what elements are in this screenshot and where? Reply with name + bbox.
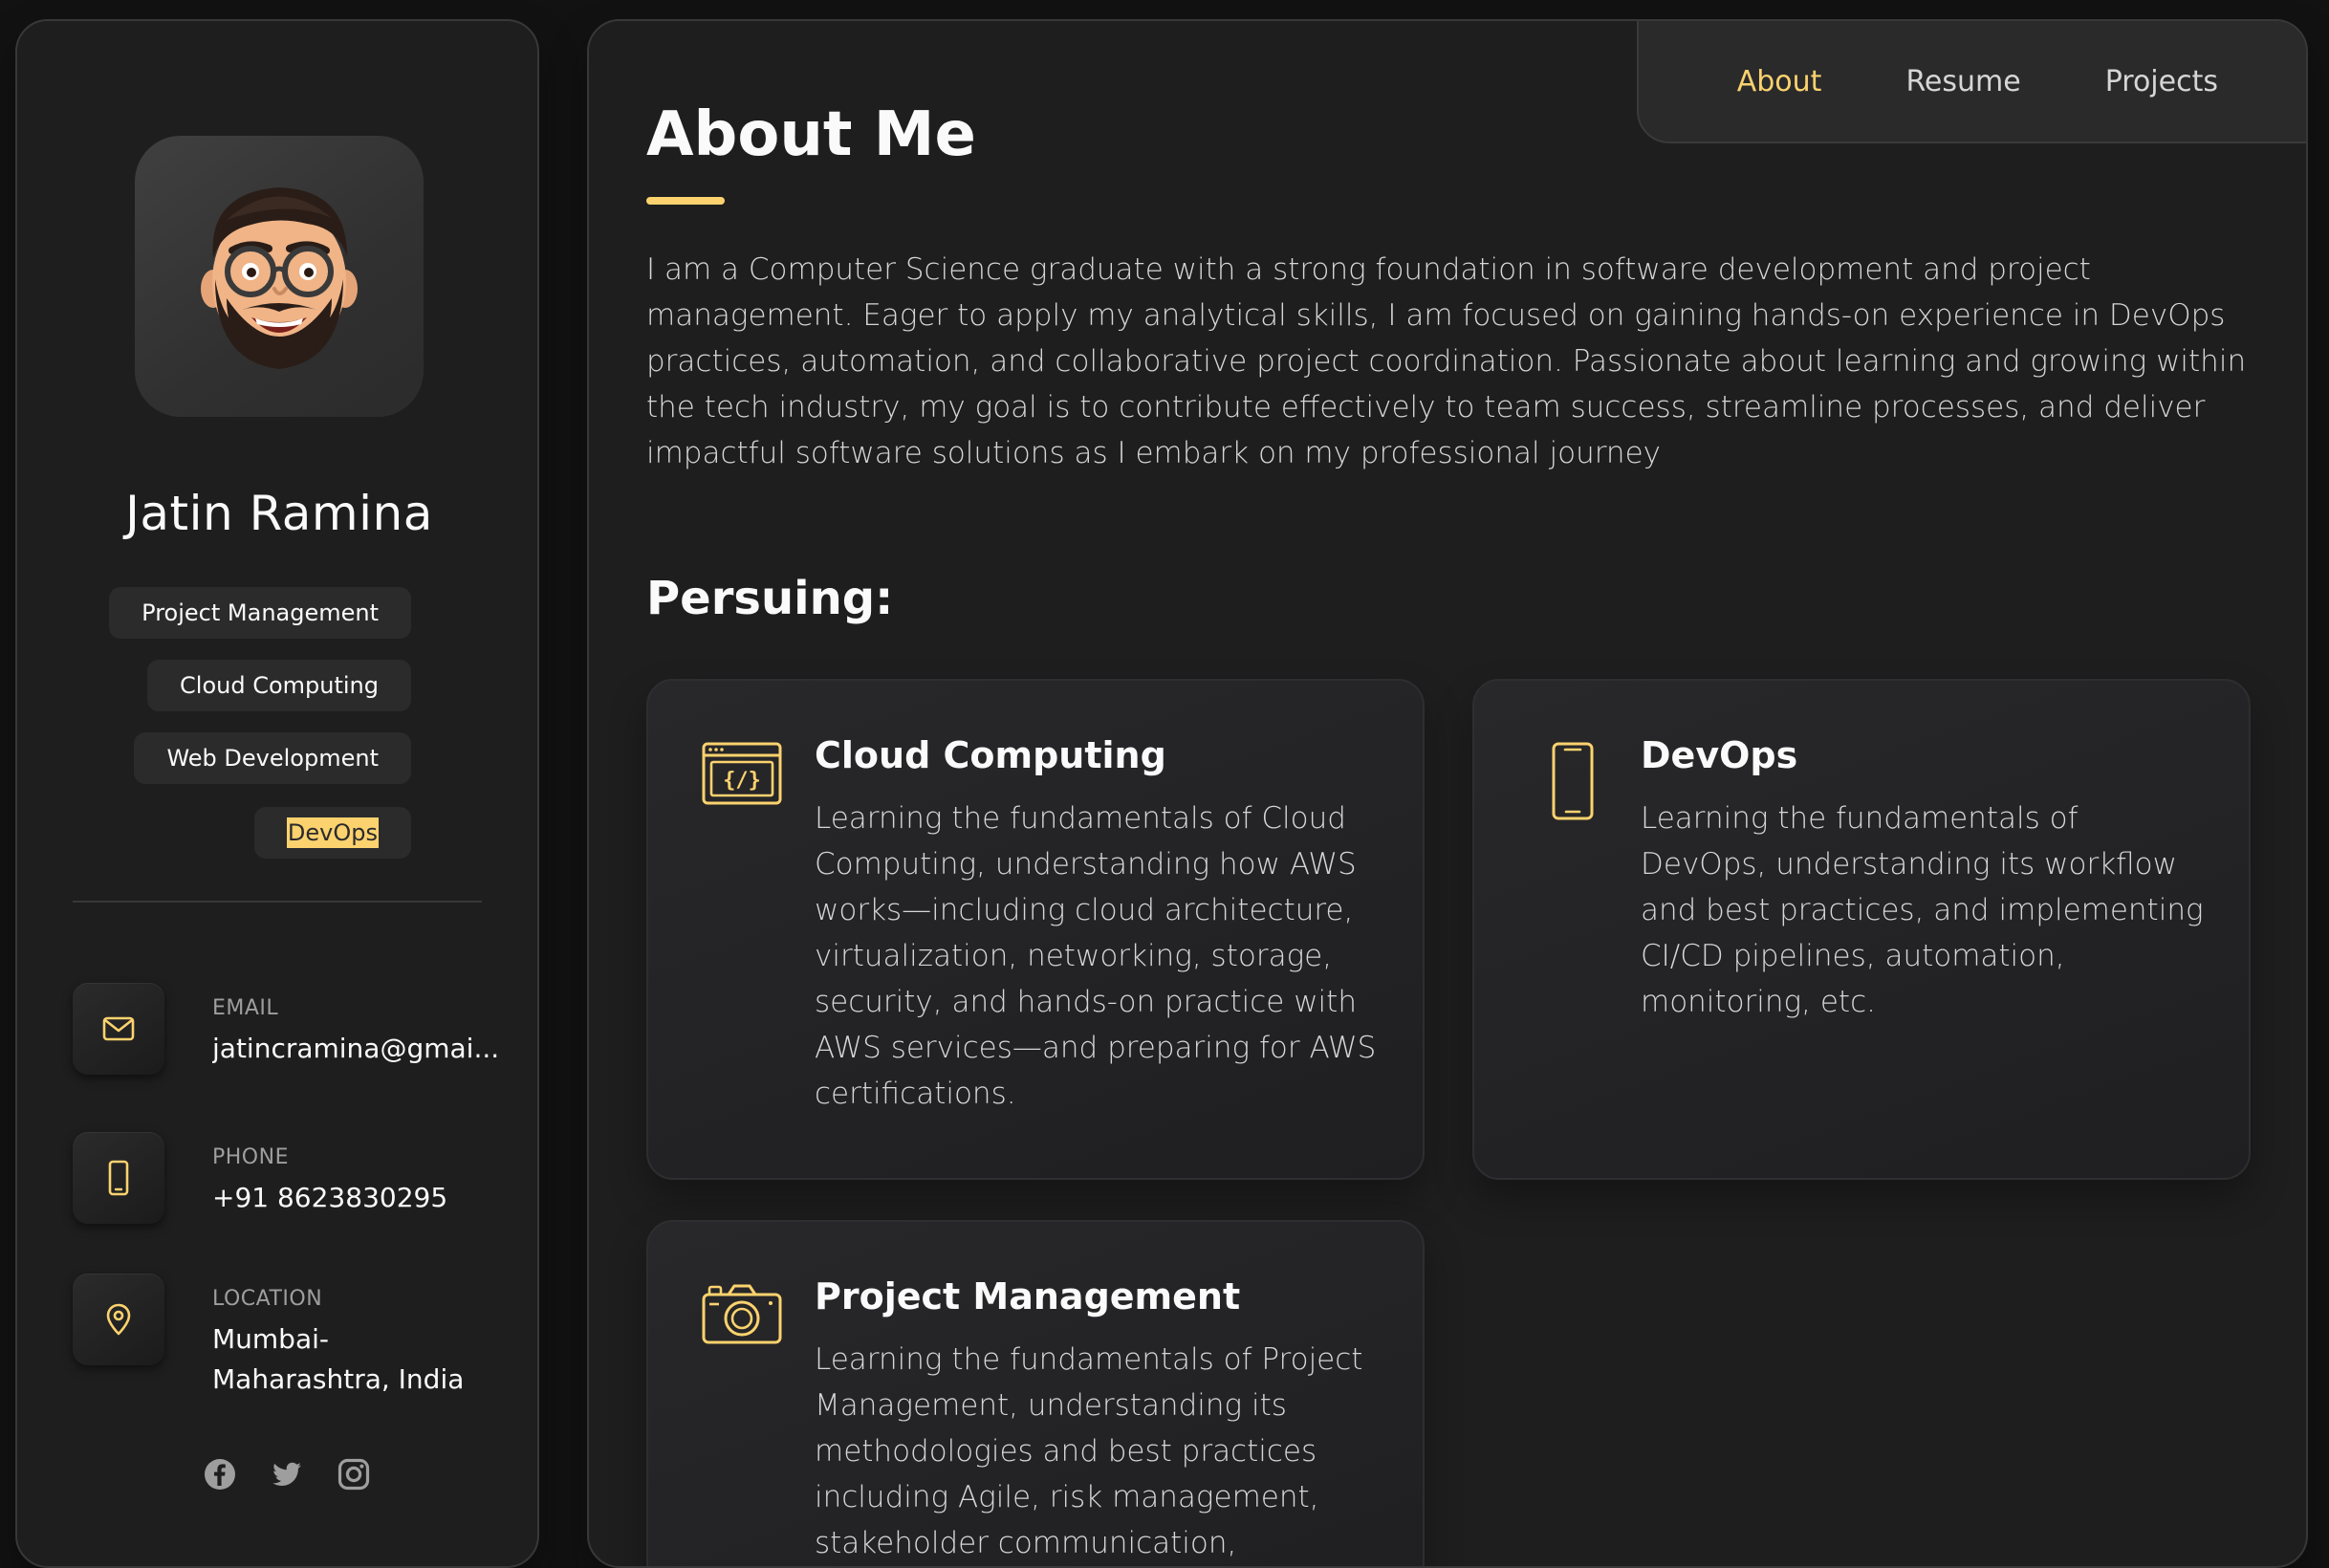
tag-project-management: Project Management (109, 587, 411, 639)
tag-web-development: Web Development (134, 732, 411, 784)
person-name: Jatin Ramina (125, 486, 433, 541)
top-navbar: About Resume Projects (1637, 21, 2306, 143)
code-window-icon: {/} (702, 742, 782, 822)
tag-devops-label: DevOps (286, 817, 379, 848)
sidebar-divider (73, 901, 482, 903)
card-project-management: Project Management Learning the fundamen… (646, 1220, 1425, 1566)
nav-about[interactable]: About (1737, 65, 1822, 98)
card-cloud-computing-text: Learning the fundamentals of Cloud Compu… (815, 801, 1377, 1111)
avatar (135, 136, 424, 417)
camera-icon (702, 1283, 782, 1363)
card-project-management-title: Project Management (815, 1275, 1241, 1318)
mail-icon (73, 983, 164, 1075)
nav-projects[interactable]: Projects (2105, 65, 2218, 98)
about-text: I am a Computer Science graduate with a … (646, 252, 2247, 470)
instagram-icon[interactable] (337, 1457, 371, 1492)
page-title: About Me (646, 99, 976, 170)
memoji-avatar-icon (201, 187, 358, 369)
email-label: EMAIL (212, 996, 279, 1020)
card-cloud-computing: {/} Cloud Computing Learning the fundame… (646, 679, 1425, 1180)
smartphone-icon (1528, 742, 1608, 822)
card-devops: DevOps Learning the fundamentals of DevO… (1472, 679, 2251, 1180)
card-devops-text: Learning the fundamentals of DevOps, und… (1641, 801, 2204, 1019)
card-devops-title: DevOps (1641, 734, 1798, 776)
location-label: LOCATION (212, 1287, 323, 1311)
location-value: Mumbai-Maharashtra, India (212, 1323, 465, 1395)
svg-text:{/}: {/} (723, 769, 761, 793)
tag-devops: DevOps (253, 807, 411, 859)
facebook-icon[interactable] (203, 1457, 237, 1492)
location-pin-icon (73, 1274, 164, 1365)
pursuing-title: Persuing: (646, 572, 894, 625)
title-underline (646, 197, 725, 205)
card-cloud-computing-title: Cloud Computing (815, 734, 1166, 776)
tag-cloud-computing: Cloud Computing (147, 660, 411, 711)
social-links (203, 1455, 371, 1493)
nav-resume[interactable]: Resume (1905, 65, 2020, 98)
phone-icon (73, 1132, 164, 1224)
phone-label: PHONE (212, 1145, 289, 1169)
phone-link[interactable]: +91 8623830295 (212, 1178, 509, 1218)
twitter-icon[interactable] (270, 1457, 304, 1492)
card-project-management-text: Learning the fundamentals of Project Man… (815, 1342, 1363, 1560)
profile-sidebar: Jatin Ramina Project Management Cloud Co… (15, 19, 539, 1568)
main-content: About Resume Projects About Me I am a Co… (587, 19, 2308, 1568)
email-link[interactable]: jatincramina@gmai... (212, 1029, 509, 1069)
